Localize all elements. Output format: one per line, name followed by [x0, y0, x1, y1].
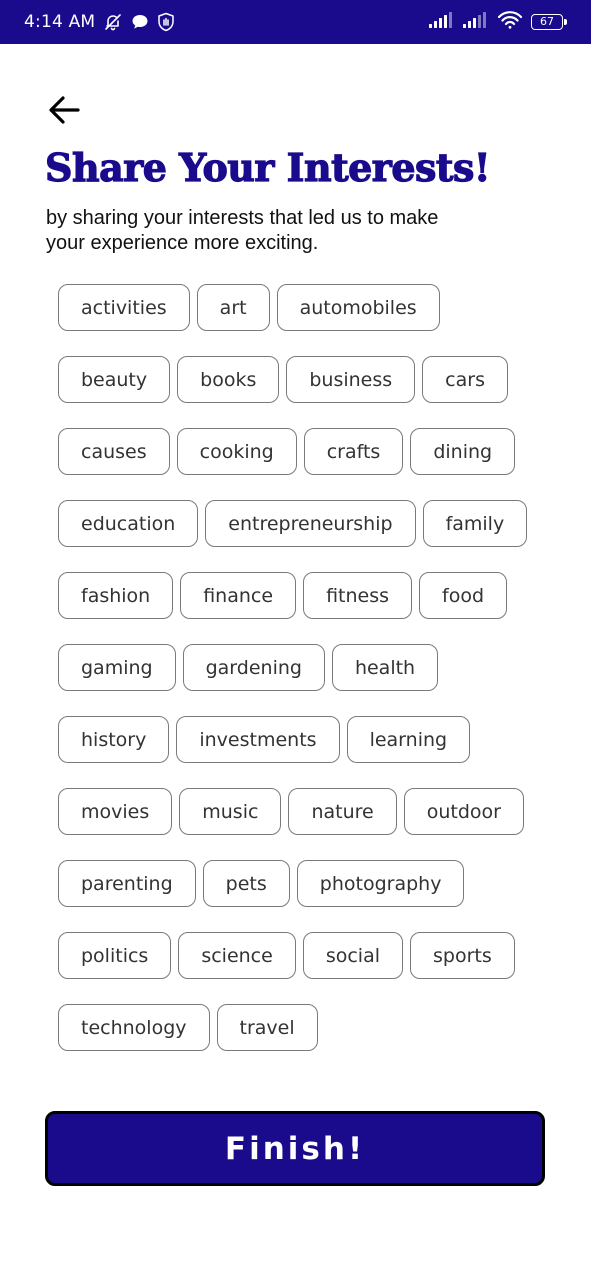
interest-chip-beauty[interactable]: beauty — [58, 356, 171, 403]
wifi-icon — [497, 10, 523, 35]
interest-chip-sports[interactable]: sports — [410, 932, 515, 979]
interest-chip-politics[interactable]: politics — [58, 932, 172, 979]
interest-chip-history[interactable]: history — [58, 716, 170, 763]
muted-bell-icon — [103, 12, 123, 32]
interest-chip-technology[interactable]: technology — [58, 1004, 210, 1051]
interest-chip-music[interactable]: music — [179, 788, 282, 835]
page-title: Share Your Interests! — [44, 144, 491, 190]
interest-chip-activities[interactable]: activities — [58, 284, 190, 331]
interest-chip-family[interactable]: family — [422, 500, 528, 547]
shield-hand-icon — [157, 12, 175, 32]
chip-row: education entrepreneurship family — [58, 500, 538, 548]
signal-icon — [429, 11, 455, 34]
interest-chip-entrepreneurship[interactable]: entrepreneurship — [205, 500, 416, 547]
interest-chip-investments[interactable]: investments — [176, 716, 340, 763]
status-bar: 4:14 AM 67 — [0, 0, 591, 44]
chip-row: politics science social sports — [58, 932, 538, 980]
status-left: 4:14 AM — [24, 12, 175, 32]
interest-chip-gardening[interactable]: gardening — [182, 644, 325, 691]
chip-row: history investments learning — [58, 716, 538, 764]
interest-chip-outdoor[interactable]: outdoor — [403, 788, 524, 835]
interest-chip-social[interactable]: social — [302, 932, 403, 979]
chip-row: fashion finance fitness food — [58, 572, 538, 620]
chip-row: parenting pets photography — [58, 860, 538, 908]
interest-chip-nature[interactable]: nature — [288, 788, 397, 835]
interest-chip-learning[interactable]: learning — [346, 716, 471, 763]
battery-tip — [564, 19, 567, 25]
interest-chip-causes[interactable]: causes — [58, 428, 170, 475]
chat-bubble-icon — [131, 13, 149, 31]
chip-row: gaming gardening health — [58, 644, 538, 692]
battery-icon: 67 — [531, 14, 567, 30]
signal-icon — [463, 11, 489, 34]
interest-chip-gaming[interactable]: gaming — [58, 644, 176, 691]
interest-chip-health[interactable]: health — [331, 644, 439, 691]
interest-chip-education[interactable]: education — [58, 500, 199, 547]
chip-row: movies music nature outdoor — [58, 788, 538, 836]
interest-chip-parenting[interactable]: parenting — [58, 860, 196, 907]
interest-chip-crafts[interactable]: crafts — [303, 428, 404, 475]
arrow-left-icon — [46, 92, 82, 133]
interest-chip-list: activities art automobiles beauty books busin… — [58, 284, 538, 1076]
interest-chip-pets[interactable]: pets — [202, 860, 290, 907]
interest-chip-movies[interactable]: movies — [58, 788, 173, 835]
interest-chip-books[interactable]: books — [177, 356, 280, 403]
interest-chip-travel[interactable]: travel — [216, 1004, 318, 1051]
chip-row: beauty books business cars — [58, 356, 538, 404]
battery-level: 67 — [531, 14, 563, 30]
interest-chip-fitness[interactable]: fitness — [303, 572, 413, 619]
status-time: 4:14 AM — [24, 12, 96, 32]
chip-row: technology travel — [58, 1004, 538, 1052]
interest-chip-dining[interactable]: dining — [410, 428, 516, 475]
interest-chip-science[interactable]: science — [178, 932, 296, 979]
interest-chip-photography[interactable]: photography — [296, 860, 465, 907]
finish-button[interactable]: Finish! — [45, 1111, 545, 1186]
chip-row: causes cooking crafts dining — [58, 428, 538, 476]
status-right: 67 — [429, 10, 567, 35]
back-button[interactable] — [46, 90, 90, 134]
interest-chip-business[interactable]: business — [286, 356, 416, 403]
interest-chip-automobiles[interactable]: automobiles — [276, 284, 440, 331]
interest-chip-cars[interactable]: cars — [422, 356, 508, 403]
interest-chip-art[interactable]: art — [196, 284, 270, 331]
interest-chip-finance[interactable]: finance — [180, 572, 297, 619]
interest-chip-cooking[interactable]: cooking — [176, 428, 297, 475]
interest-chip-fashion[interactable]: fashion — [58, 572, 174, 619]
interest-chip-food[interactable]: food — [419, 572, 508, 619]
chip-row: activities art automobiles — [58, 284, 538, 332]
page-subtitle: by sharing your interests that led us to… — [46, 207, 439, 254]
